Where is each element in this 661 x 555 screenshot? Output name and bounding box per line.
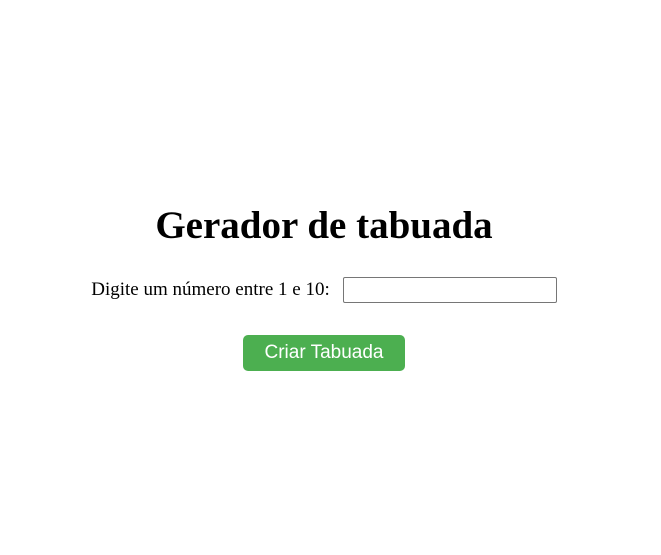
number-form-row: Digite um número entre 1 e 10:: [0, 276, 648, 304]
number-input[interactable]: [342, 277, 557, 303]
number-input-label: Digite um número entre 1 e 10:: [91, 279, 330, 300]
page-title: Gerador de tabuada: [155, 204, 493, 247]
page: Gerador de tabuada Digite um número entr…: [0, 0, 661, 555]
create-table-button[interactable]: Criar Tabuada: [243, 335, 405, 371]
